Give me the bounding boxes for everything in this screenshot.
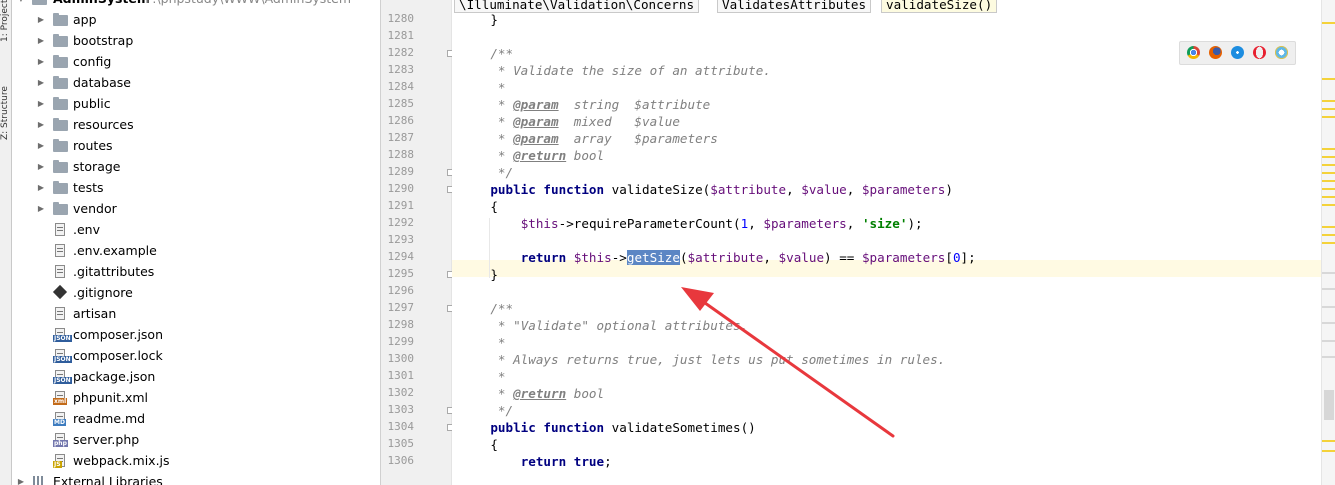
annotation-arrow-shaft bbox=[696, 296, 895, 438]
annotation-arrow bbox=[681, 287, 895, 438]
